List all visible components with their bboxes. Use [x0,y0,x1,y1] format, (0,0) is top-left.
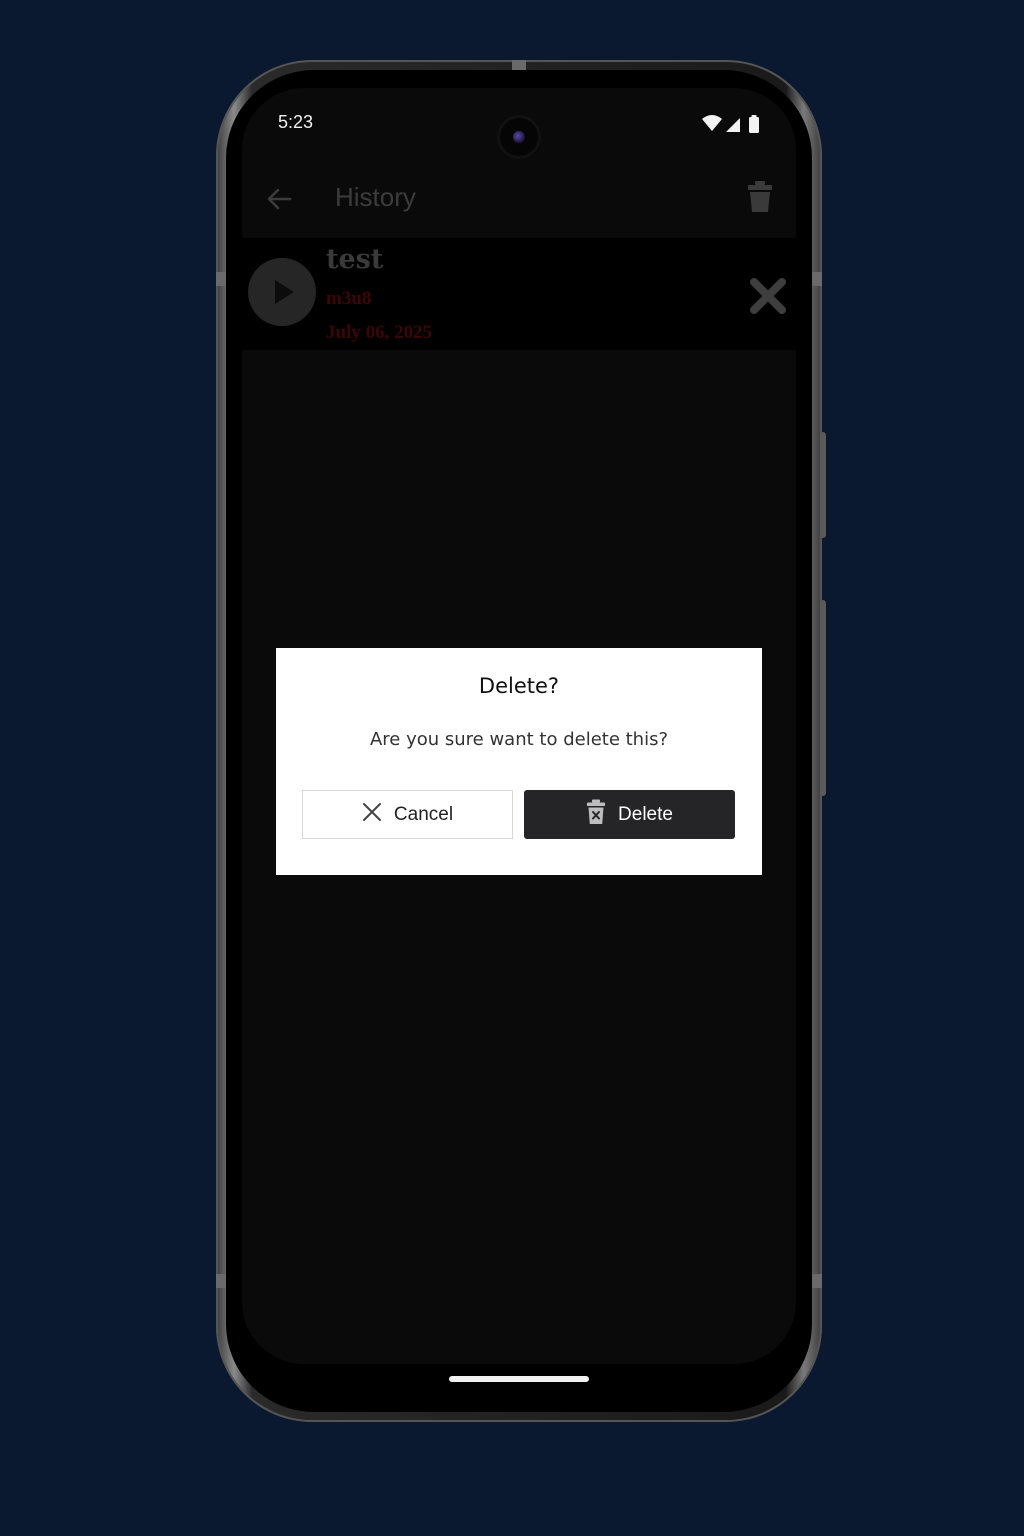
delete-button[interactable]: Delete [524,790,735,839]
cancel-button[interactable]: Cancel [302,790,513,839]
volume-button[interactable] [820,600,826,796]
battery-icon [749,115,759,133]
history-item-title: test [326,244,384,275]
history-item-format: m3u8 [326,288,372,309]
page: 5:23 History test m3u8 July 06, 2025 Del… [0,0,1024,1536]
camera-lens [513,131,525,143]
status-icons [702,114,764,134]
cancel-button-label: Cancel [393,803,454,825]
dialog-message: Are you sure want to delete this? [369,729,669,750]
status-time: 5:23 [278,112,314,132]
wifi-icon [702,115,722,131]
dialog-title: Delete? [478,674,560,698]
frame-antenna-line [512,60,526,70]
close-icon [362,802,382,828]
front-camera [500,118,538,156]
frame-antenna-line [216,272,226,286]
clear-history-button[interactable] [746,180,774,214]
frame-antenna-line [812,1274,822,1288]
frame-antenna-line [812,272,822,286]
trash-x-icon [586,799,606,831]
remove-item-button[interactable] [746,274,790,318]
play-icon [275,280,294,304]
delete-button-label: Delete [618,803,673,825]
page-title: History [335,182,416,212]
history-item[interactable]: test m3u8 July 06, 2025 [242,238,796,350]
back-button[interactable] [262,182,296,216]
play-button[interactable] [248,258,316,326]
close-x-icon [750,278,786,314]
power-button[interactable] [820,432,826,538]
arrow-left-icon [267,188,292,210]
frame-antenna-line [216,1274,226,1288]
delete-dialog: Delete? Are you sure want to delete this… [276,648,762,875]
history-item-date: July 06, 2025 [326,322,433,343]
signal-icon [726,118,740,132]
trash-icon [748,181,772,212]
home-indicator[interactable] [449,1376,589,1382]
